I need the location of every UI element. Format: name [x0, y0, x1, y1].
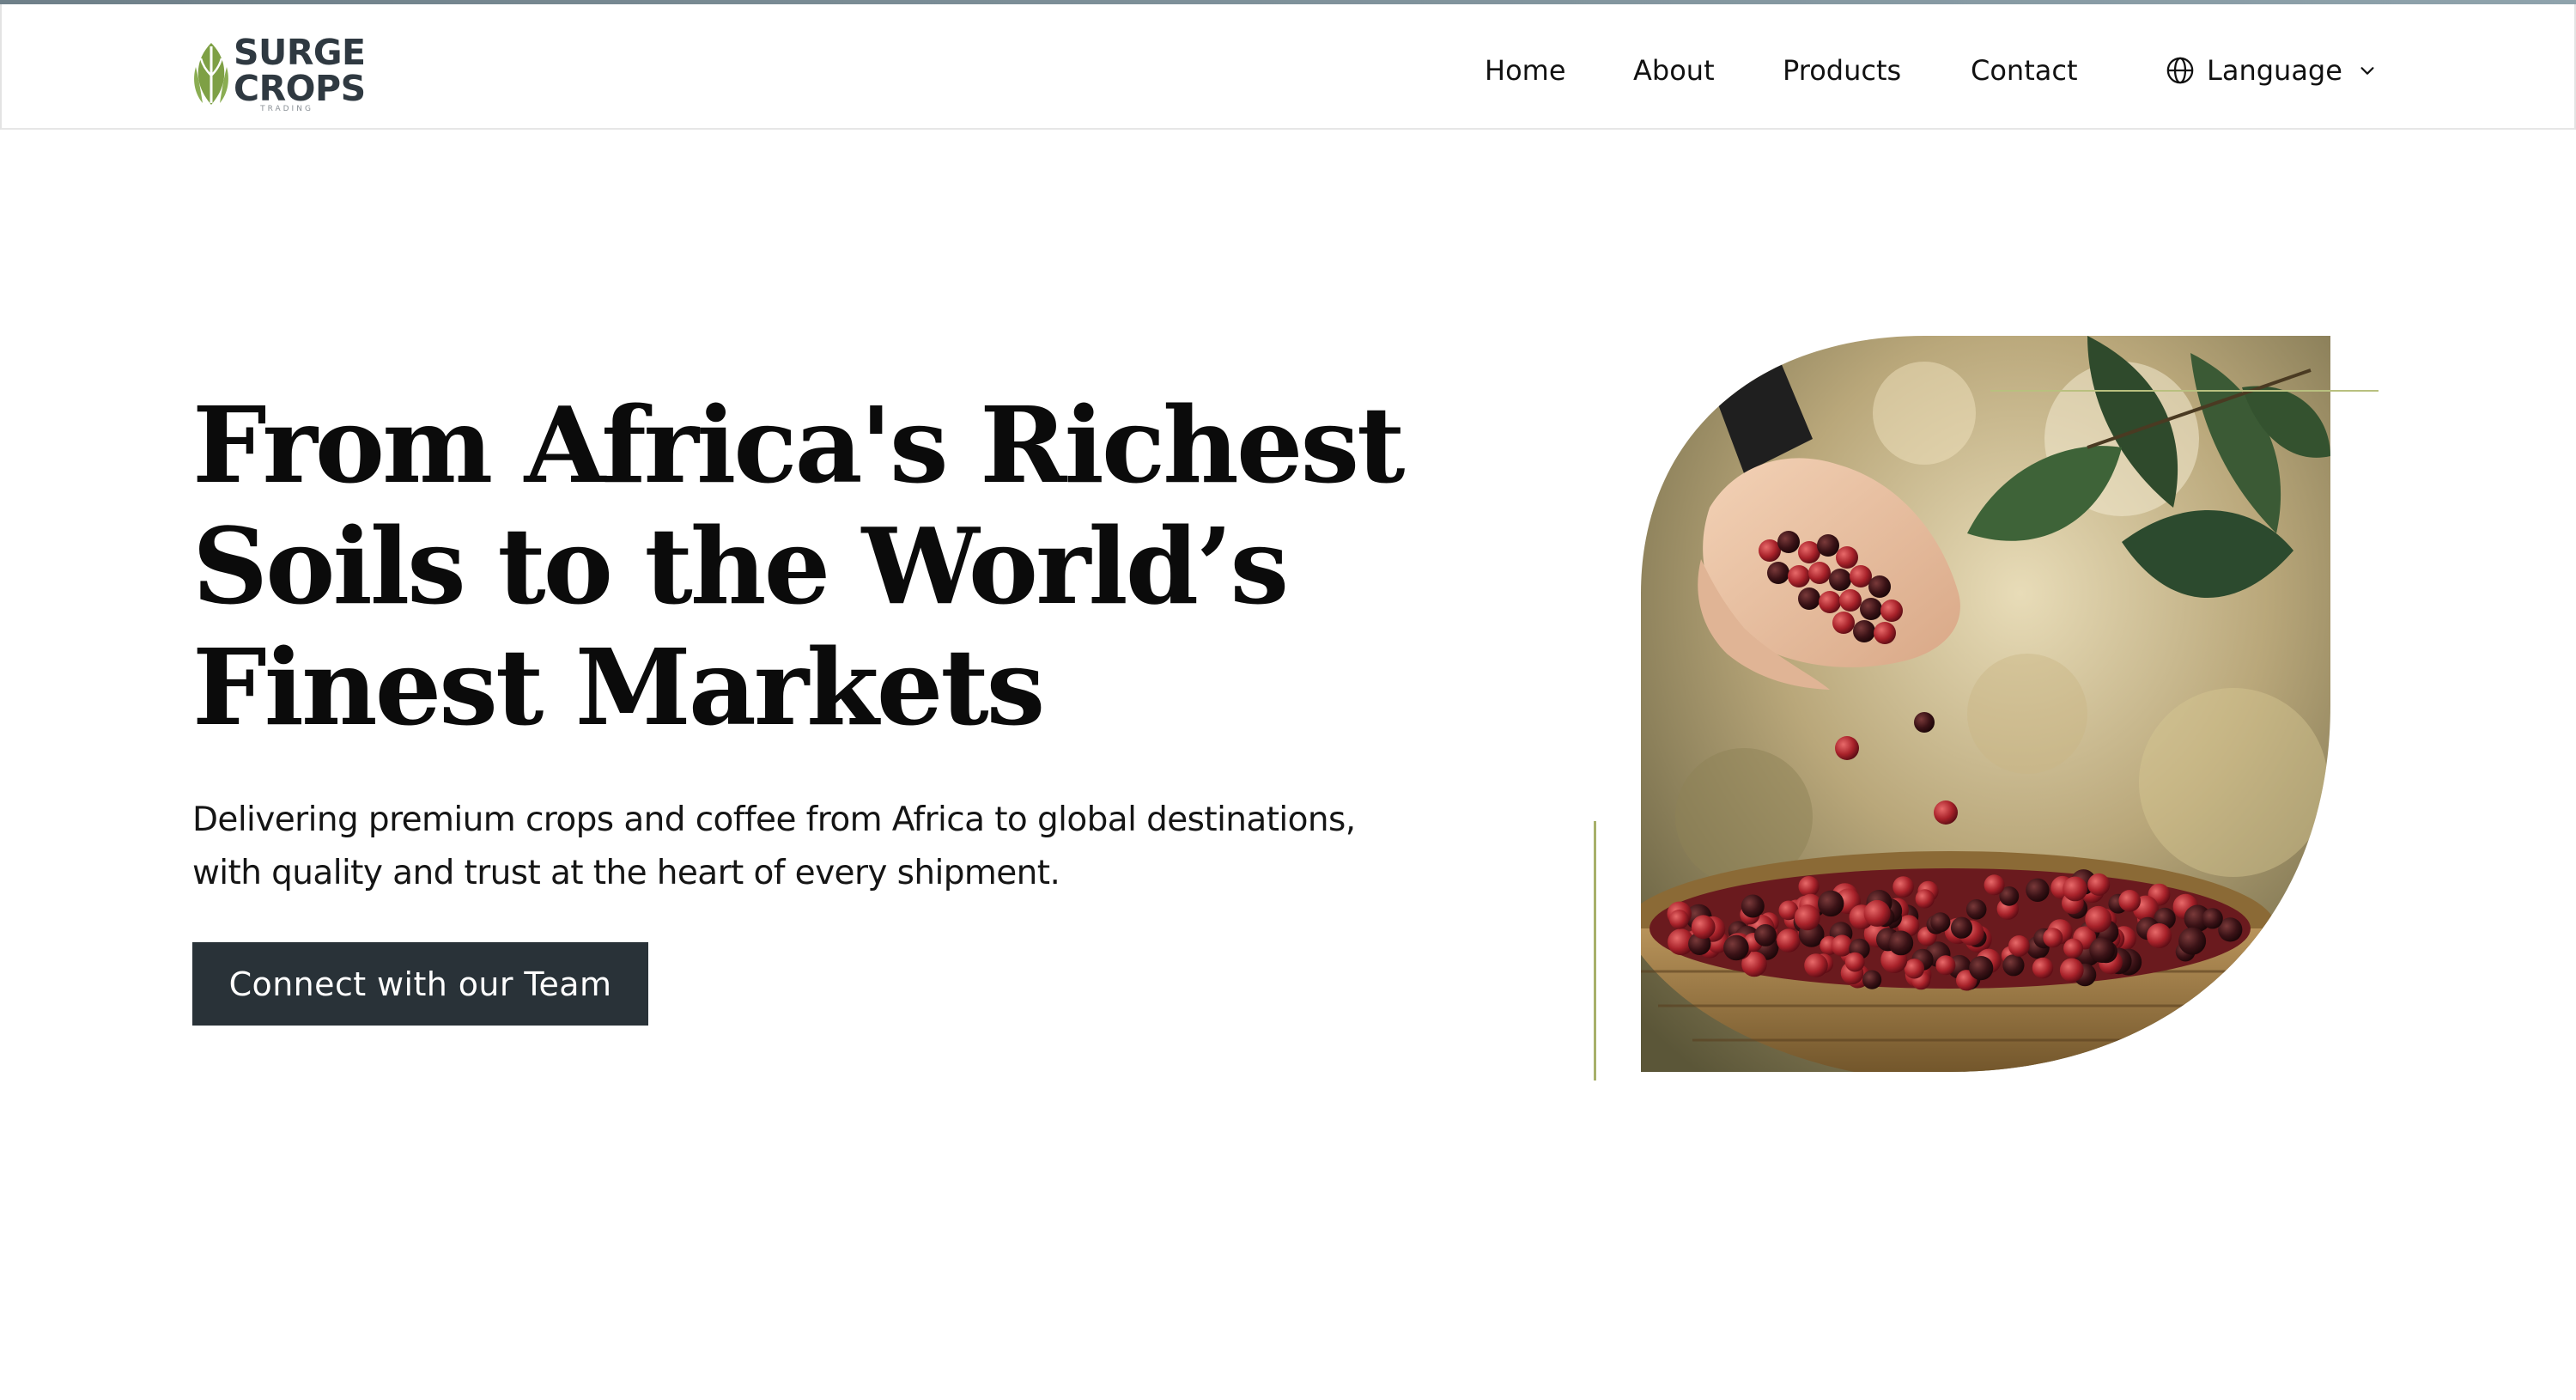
page: SURGE CROPS TRADING Home About Products …: [0, 0, 2576, 1400]
brand-name: SURGE CROPS: [234, 34, 366, 107]
language-selector[interactable]: Language: [2166, 49, 2377, 92]
nav-contact[interactable]: Contact: [1971, 49, 2078, 92]
hero-subtitle-line: with quality and trust at the heart of e…: [192, 854, 1060, 892]
nav-about[interactable]: About: [1633, 49, 1715, 92]
hero-title-line: From Africa's Richest: [192, 383, 1406, 507]
coffee-cherries-image: [1641, 336, 2330, 1072]
brand-logo[interactable]: SURGE CROPS TRADING: [192, 34, 381, 116]
nav-products[interactable]: Products: [1783, 49, 1901, 92]
brand-name-line1: SURGE: [234, 32, 366, 73]
brand-tagline: TRADING: [260, 105, 313, 113]
hero-subtitle: Delivering premium crops and coffee from…: [192, 794, 1412, 900]
language-label: Language: [2207, 54, 2342, 87]
site-header: SURGE CROPS TRADING Home About Products …: [0, 4, 2576, 130]
globe-icon: [2166, 57, 2194, 84]
nav-home[interactable]: Home: [1485, 49, 1566, 92]
connect-team-button[interactable]: Connect with our Team: [192, 942, 648, 1026]
chevron-down-icon: [2360, 67, 2374, 75]
accent-vertical-line: [1594, 821, 1596, 1080]
leaf-logo-icon: [194, 43, 228, 105]
hero-title: From Africa's Richest Soils to the World…: [192, 383, 1406, 749]
brand-name-line2: CROPS: [234, 68, 366, 109]
hero-title-line: Soils to the World’s: [192, 504, 1289, 628]
accent-horizontal-line: [1990, 390, 2379, 392]
hero-subtitle-line: Delivering premium crops and coffee from…: [192, 800, 1356, 839]
hero-title-line: Finest Markets: [192, 625, 1045, 749]
